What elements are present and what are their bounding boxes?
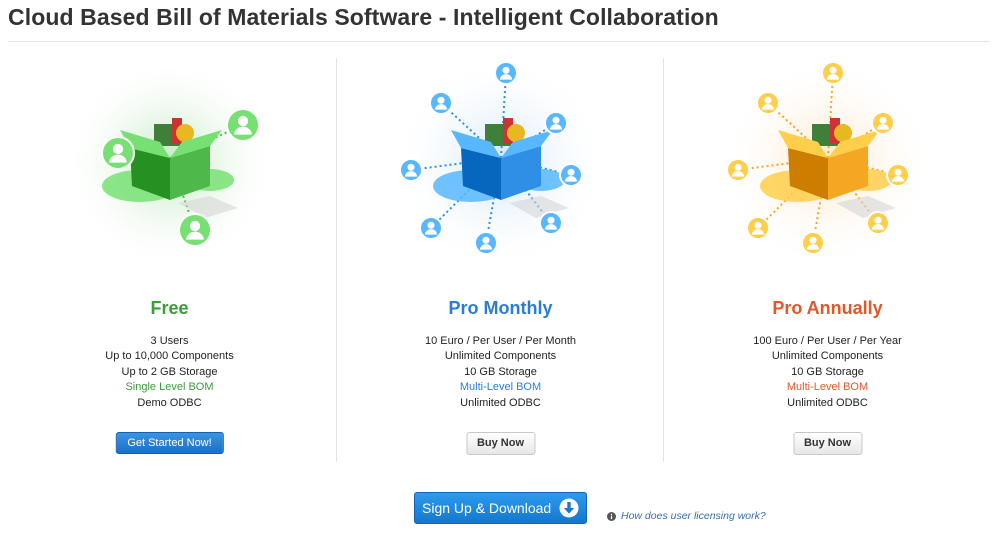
- get-started-button[interactable]: Get Started Now!: [115, 432, 224, 454]
- sign-up-download-button[interactable]: Sign Up & Download: [414, 492, 587, 524]
- feature-list: 10 Euro / Per User / Per Month Unlimited…: [337, 334, 664, 411]
- feature-item: Demo ODBC: [137, 396, 202, 409]
- plan-title: Pro Monthly: [448, 298, 553, 318]
- user-avatar-icon: [745, 216, 770, 240]
- feature-item: Up to 10,000 Components: [105, 350, 234, 363]
- user-avatar-icon: [225, 108, 260, 142]
- user-avatar-icon: [865, 211, 890, 235]
- cloud-box-illustration: [60, 55, 280, 278]
- sign-up-download-label: Sign Up & Download: [422, 500, 552, 516]
- user-avatar-icon: [725, 158, 750, 182]
- licensing-help-link[interactable]: How does user licensing work?: [621, 510, 766, 522]
- user-avatar-icon: [100, 136, 135, 170]
- feature-item: Multi-Level BOM: [459, 381, 542, 394]
- feature-item: 100 Euro / Per User / Per Year: [753, 335, 902, 347]
- plan-title: Free: [150, 298, 189, 318]
- cloud-box-graphic: [719, 55, 936, 271]
- cloud-box-graphic: [392, 55, 609, 271]
- user-avatar-icon: [885, 163, 910, 187]
- page-title: Cloud Based Bill of Materials Software -…: [8, 4, 719, 30]
- user-avatar-icon: [177, 213, 212, 247]
- user-avatar-icon: [473, 231, 498, 255]
- buy-now-button[interactable]: Buy Now: [792, 432, 863, 455]
- feature-list: 3 Users Up to 10,000 Components Up to 2 …: [6, 334, 333, 411]
- user-avatar-icon: [543, 111, 568, 135]
- user-avatar-icon: [870, 111, 895, 135]
- info-icon: [607, 511, 616, 521]
- feature-item: Unlimited ODBC: [787, 396, 868, 409]
- feature-item: Multi-Level BOM: [786, 381, 869, 394]
- feature-item: Unlimited Components: [444, 350, 557, 363]
- user-avatar-icon: [558, 163, 583, 187]
- plan-pro-annually: Pro Annually 100 Euro / Per User / Per Y…: [664, 55, 991, 468]
- cloud-box-graphic: [61, 55, 278, 271]
- title-divider: [8, 41, 990, 42]
- user-avatar-icon: [755, 91, 780, 115]
- user-avatar-icon: [800, 231, 825, 255]
- user-avatar-icon: [418, 216, 443, 240]
- feature-list: 100 Euro / Per User / Per Year Unlimited…: [664, 334, 991, 411]
- feature-item: 10 GB Storage: [791, 365, 864, 378]
- plan-free: Free 3 Users Up to 10,000 Components Up …: [6, 55, 333, 468]
- feature-item: 10 GB Storage: [464, 365, 537, 378]
- user-avatar-icon: [428, 91, 453, 115]
- feature-item: Unlimited ODBC: [460, 396, 541, 409]
- plan-title: Pro Annually: [772, 298, 883, 318]
- feature-item: 3 Users: [150, 335, 189, 347]
- user-avatar-icon: [538, 211, 563, 235]
- feature-item: Unlimited Components: [771, 350, 884, 363]
- cloud-box-illustration: [718, 55, 938, 278]
- cloud-box-illustration: [391, 55, 611, 278]
- user-avatar-icon: [820, 61, 845, 85]
- licensing-info: How does user licensing work?: [607, 510, 766, 522]
- user-avatar-icon: [398, 158, 423, 182]
- feature-item: Up to 2 GB Storage: [121, 365, 218, 378]
- buy-now-button[interactable]: Buy Now: [465, 432, 536, 455]
- feature-item: Single Level BOM: [125, 381, 214, 394]
- feature-item: 10 Euro / Per User / Per Month: [424, 335, 576, 347]
- user-avatar-icon: [493, 61, 518, 85]
- download-arrow-icon: [559, 498, 579, 518]
- plan-pro-monthly: Pro Monthly 10 Euro / Per User / Per Mon…: [337, 55, 664, 468]
